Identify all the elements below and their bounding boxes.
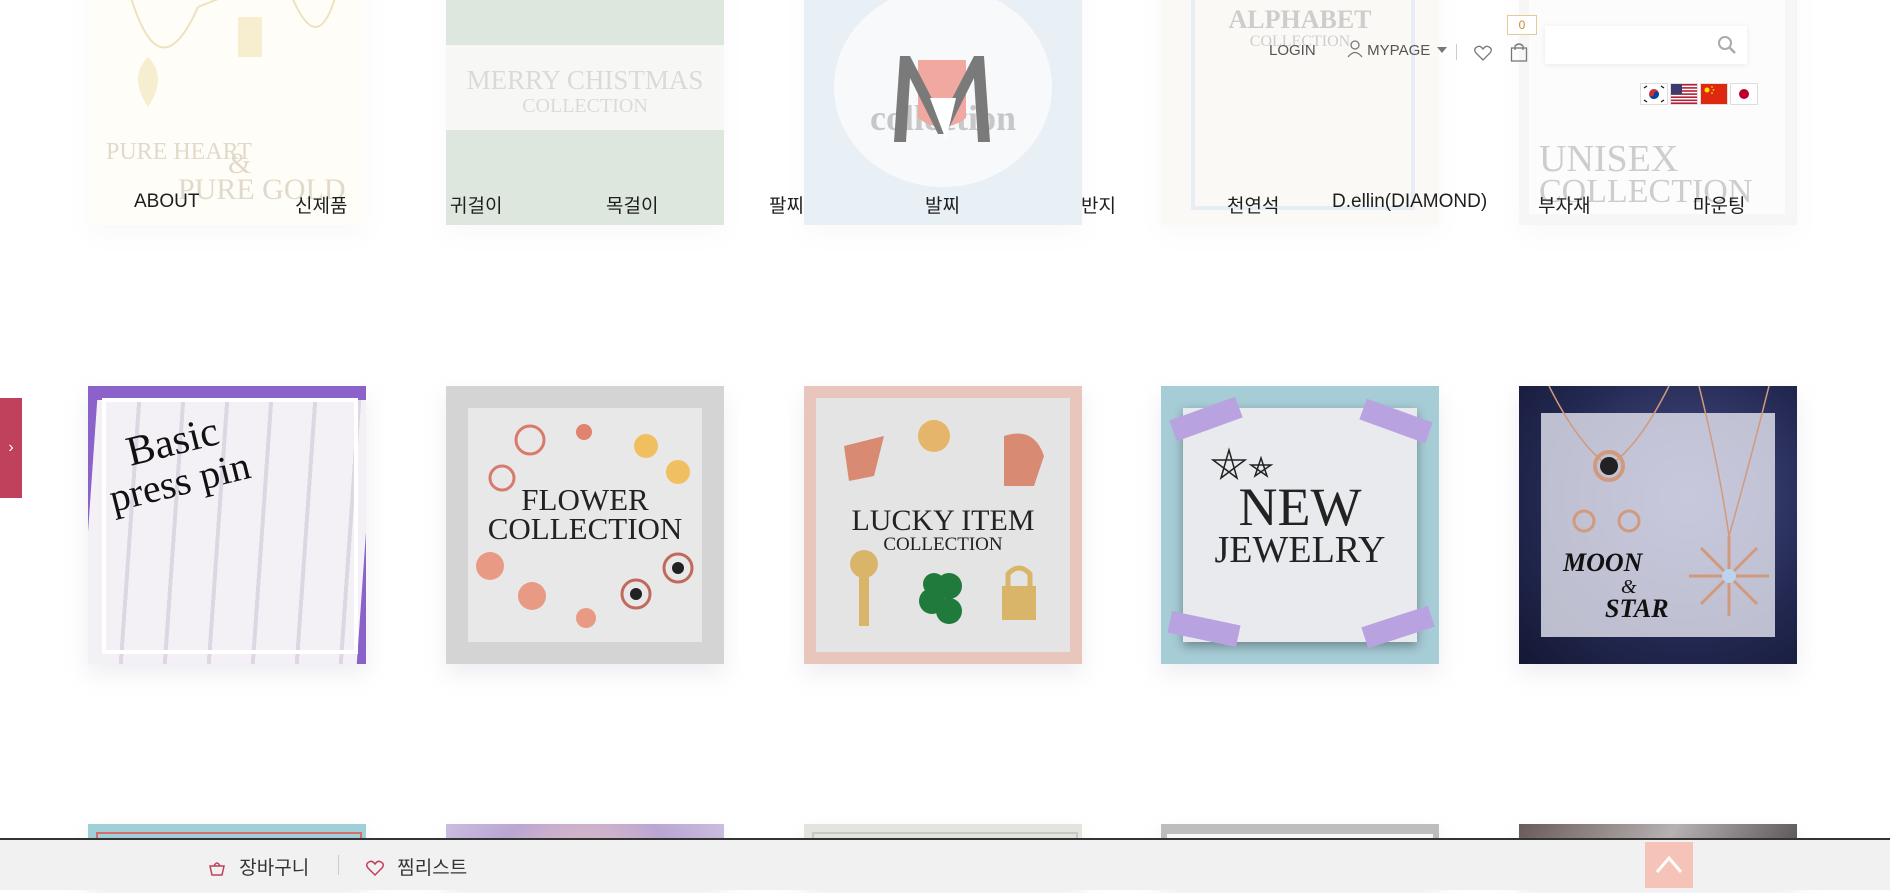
bottom-toolbar: 장바구니 찜리스트 (0, 838, 1890, 890)
tile-caption-line-1: MERRY CHISTMAS (466, 65, 704, 95)
chevron-down-icon (1437, 47, 1448, 53)
flag-us-icon[interactable] (1670, 83, 1698, 105)
basket-icon (209, 862, 225, 876)
divider (1456, 44, 1457, 60)
heart-icon (365, 860, 385, 877)
nav-item-natural-stone[interactable]: 천연석 (1227, 191, 1279, 218)
cart-button[interactable]: 장바구니 (208, 853, 309, 880)
chevron-right-icon: › (8, 439, 14, 456)
mypage-dropdown[interactable]: MYPAGE (1347, 40, 1448, 59)
bag-icon (1510, 43, 1528, 62)
search-input[interactable] (1545, 26, 1747, 64)
product-tile-flower[interactable]: FLOWER COLLECTION (446, 386, 724, 664)
wishlist-label: 찜리스트 (397, 858, 468, 879)
site-logo[interactable] (890, 48, 995, 148)
cart-label: 장바구니 (239, 858, 310, 879)
nav-item-mounting[interactable]: 마운팅 (1693, 191, 1745, 218)
cart-count-badge: 0 (1507, 15, 1537, 35)
product-tile-moon-star[interactable]: MOON & STAR (1519, 386, 1797, 664)
product-tile-basic-press-pin[interactable]: Basic press pin (88, 386, 366, 664)
nav-item-diamond[interactable]: D.ellin(DIAMOND) (1332, 191, 1487, 213)
nav-item-ring[interactable]: 반지 (1081, 191, 1116, 218)
product-tile-lucky-item[interactable]: LUCKY ITEM COLLECTION (804, 386, 1082, 664)
logo-mark (894, 56, 990, 142)
tile-caption-line-1: MOON (1563, 548, 1643, 577)
mypage-label: MYPAGE (1367, 42, 1431, 59)
nav-item-anklet[interactable]: 발찌 (925, 191, 960, 218)
tile-caption-line-1: LUCKY ITEM (851, 504, 1035, 537)
product-tile-new-jewelry[interactable]: NEW JEWELRY (1161, 386, 1439, 664)
main-navigation: ABOUT 신제품 귀걸이 목걸이 팔찌 발찌 반지 천연석 D.ellin(D… (0, 191, 1890, 219)
login-link[interactable]: LOGIN (1269, 42, 1316, 59)
flag-jp-icon[interactable] (1730, 83, 1758, 105)
wishlist-button[interactable]: 찜리스트 (365, 853, 468, 880)
nav-item-necklace[interactable]: 목걸이 (606, 191, 658, 218)
tile-caption-line-3: STAR (1605, 594, 1669, 623)
nav-item-bracelet[interactable]: 팔찌 (769, 191, 804, 218)
tile-caption-line-2: JEWELRY (1214, 529, 1386, 571)
side-panel-toggle[interactable]: › (0, 398, 22, 498)
nav-item-earrings[interactable]: 귀걸이 (450, 191, 502, 218)
flag-kr-icon[interactable] (1640, 83, 1668, 105)
tile-caption-line-2: COLLECTION (487, 511, 683, 546)
chevron-up-icon (1655, 855, 1683, 873)
scroll-to-top-button[interactable] (1645, 842, 1693, 888)
tile-caption-line-2: COLLECTION (883, 534, 1003, 555)
user-icon (1347, 40, 1363, 58)
nav-item-about[interactable]: ABOUT (134, 191, 199, 213)
divider (338, 855, 339, 875)
nav-item-parts[interactable]: 부자재 (1538, 191, 1590, 218)
wishlist-heart-icon[interactable] (1474, 45, 1492, 66)
heart-icon (1474, 45, 1492, 61)
flag-cn-icon[interactable] (1700, 83, 1728, 105)
nav-item-new[interactable]: 신제품 (295, 191, 347, 218)
search-icon[interactable] (1717, 35, 1737, 55)
tile-caption-line-2: COLLECTION (522, 95, 648, 117)
cart-bag-icon[interactable] (1510, 42, 1528, 67)
tile-caption-line-1: ALPHABET (1228, 5, 1372, 34)
